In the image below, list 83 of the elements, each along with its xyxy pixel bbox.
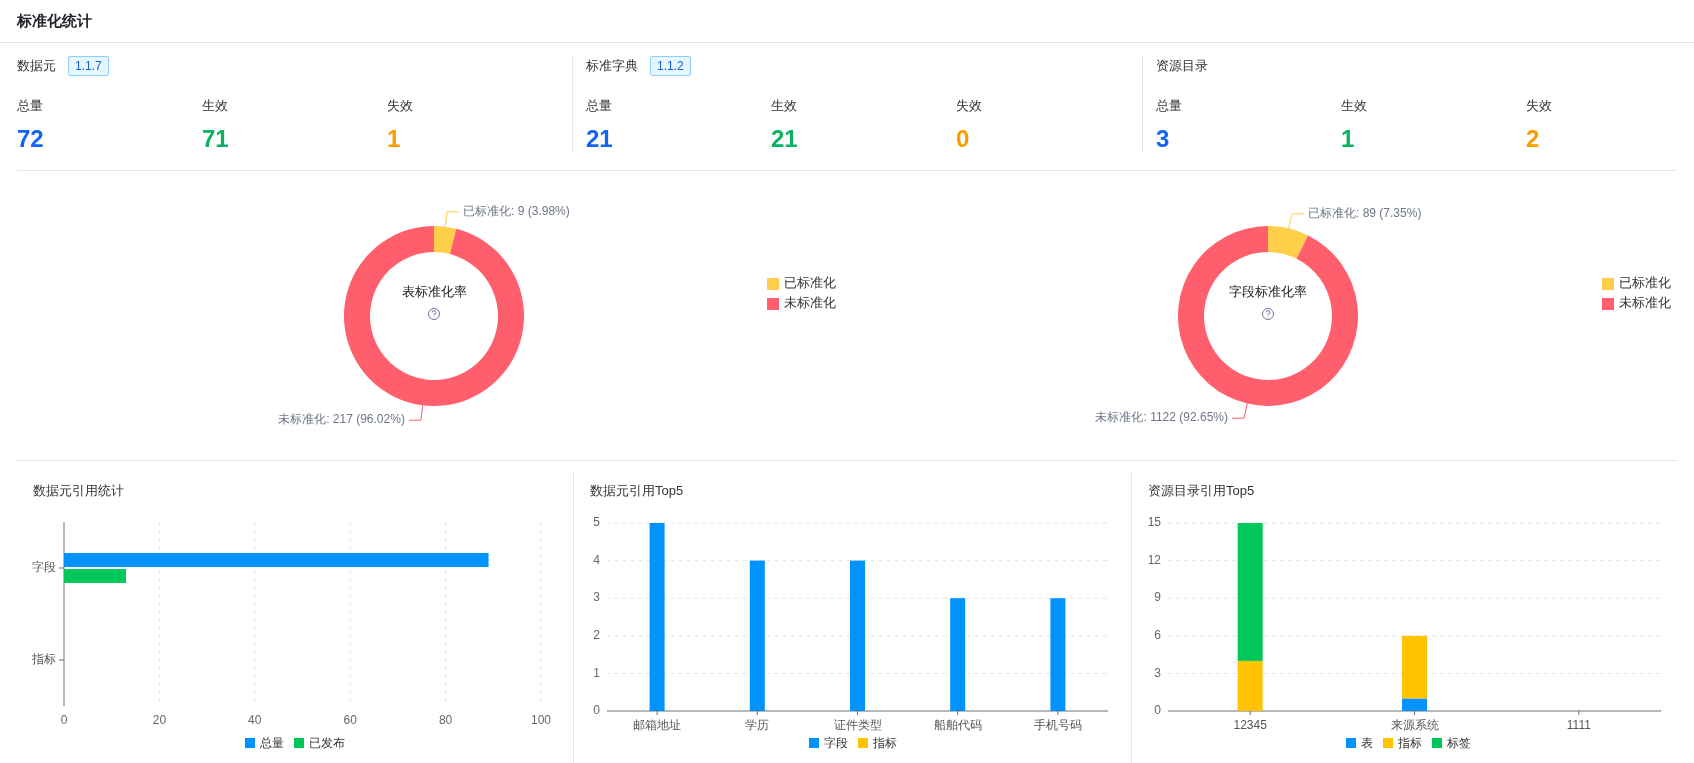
axis-label: 80 bbox=[438, 713, 453, 728]
metric-label: 失效 bbox=[956, 98, 983, 114]
category-label: 船舶代码 bbox=[933, 718, 982, 733]
legend-label: 表 bbox=[1361, 735, 1373, 752]
legend-label: 指标 bbox=[1398, 735, 1422, 752]
axis-label: 60 bbox=[343, 713, 357, 728]
axis-label: 40 bbox=[248, 713, 262, 728]
metric-value: 21 bbox=[771, 125, 798, 153]
version-badge: 1.1.2 bbox=[650, 56, 691, 76]
metric-label: 失效 bbox=[387, 98, 414, 114]
metric-label: 总量 bbox=[586, 98, 613, 114]
category-label: 证件类型 bbox=[833, 718, 882, 733]
leader-line bbox=[1231, 402, 1248, 419]
category-label: 学历 bbox=[745, 718, 770, 733]
axis-label: 1 bbox=[593, 665, 600, 680]
slice-label: 未标准化: 1122 (92.65%) bbox=[1095, 409, 1228, 424]
group-title: 资源目录 bbox=[1156, 57, 1208, 76]
legend-label: 已标准化 bbox=[1619, 274, 1671, 290]
axis-label: 15 bbox=[1147, 515, 1161, 530]
axis-label: 0 bbox=[593, 703, 600, 718]
legend-label: 未标准化 bbox=[1619, 294, 1671, 310]
axis-label: 6 bbox=[1154, 627, 1161, 642]
metric-value: 71 bbox=[202, 125, 229, 153]
category-label: 字段 bbox=[32, 560, 56, 575]
metric-value: 3 bbox=[1156, 125, 1170, 153]
legend-label: 已发布 bbox=[309, 735, 345, 752]
metric-value: 21 bbox=[586, 125, 613, 153]
version-badge: 1.1.7 bbox=[68, 56, 109, 76]
chart-title: 表标准化率 bbox=[401, 283, 467, 299]
slice-label: 已标准化: 89 (7.35%) bbox=[1308, 205, 1422, 220]
legend-label: 未标准化 bbox=[784, 294, 836, 310]
category-label: 指标 bbox=[32, 652, 56, 667]
slice-label: 已标准化: 9 (3.98%) bbox=[463, 203, 570, 218]
metric-label: 失效 bbox=[1526, 98, 1553, 114]
axis-label: 3 bbox=[593, 590, 600, 605]
axis-label: 4 bbox=[593, 552, 600, 567]
metric-label: 总量 bbox=[1156, 98, 1183, 114]
legend-label: 已标准化 bbox=[784, 274, 836, 290]
axis-label: 0 bbox=[60, 713, 68, 728]
category-label: 来源系统 bbox=[1390, 718, 1439, 733]
group-title: 标准字典 bbox=[586, 57, 638, 76]
category-label: 1111 bbox=[1566, 718, 1591, 733]
legend-swatch bbox=[767, 297, 779, 310]
metric-label: 生效 bbox=[1341, 98, 1368, 114]
chart-title: 字段标准化率 bbox=[1229, 283, 1307, 299]
axis-label: 100 bbox=[531, 713, 551, 728]
category-label: 手机号码 bbox=[1033, 718, 1082, 733]
axis-label: 2 bbox=[593, 627, 600, 642]
leader-line bbox=[1288, 212, 1305, 229]
axis-label: 3 bbox=[1154, 665, 1161, 680]
axis-label: 5 bbox=[593, 515, 600, 530]
axis-label: 9 bbox=[1154, 590, 1161, 605]
legend-label: 字段 bbox=[823, 735, 848, 752]
axis-label: 0 bbox=[1154, 703, 1161, 718]
chart-title: 数据元引用统计 bbox=[32, 482, 124, 500]
group-title: 数据元 bbox=[17, 57, 56, 76]
metric-label: 生效 bbox=[771, 98, 798, 114]
page-title: 标准化统计 bbox=[17, 10, 92, 31]
legend-swatch bbox=[1602, 297, 1614, 310]
leader-line bbox=[408, 404, 424, 421]
legend-label: 指标 bbox=[872, 735, 897, 752]
metric-value: 2 bbox=[1526, 125, 1540, 153]
chart-title: 数据元引用Top5 bbox=[589, 482, 684, 500]
slice-label: 未标准化: 217 (96.02%) bbox=[278, 411, 405, 426]
metric-value: 1 bbox=[1341, 125, 1355, 153]
metric-label: 总量 bbox=[17, 98, 44, 114]
chart-title: 资源目录引用Top5 bbox=[1147, 482, 1255, 500]
legend-label: 总量 bbox=[260, 735, 284, 752]
axis-label: 12 bbox=[1147, 552, 1161, 567]
help-icon bbox=[428, 307, 440, 320]
bar bbox=[64, 569, 126, 583]
metric-value: 1 bbox=[387, 125, 401, 153]
metric-value: 72 bbox=[17, 125, 44, 153]
legend-label: 标签 bbox=[1447, 735, 1471, 752]
legend-swatch bbox=[767, 277, 779, 290]
metric-label: 生效 bbox=[202, 98, 229, 114]
leader-line bbox=[444, 210, 460, 227]
metric-value: 0 bbox=[956, 125, 970, 153]
help-icon bbox=[1262, 307, 1274, 320]
category-label: 12345 bbox=[1233, 718, 1267, 733]
axis-label: 20 bbox=[152, 713, 167, 728]
legend-swatch bbox=[1602, 277, 1614, 290]
category-label: 邮箱地址 bbox=[633, 718, 682, 733]
